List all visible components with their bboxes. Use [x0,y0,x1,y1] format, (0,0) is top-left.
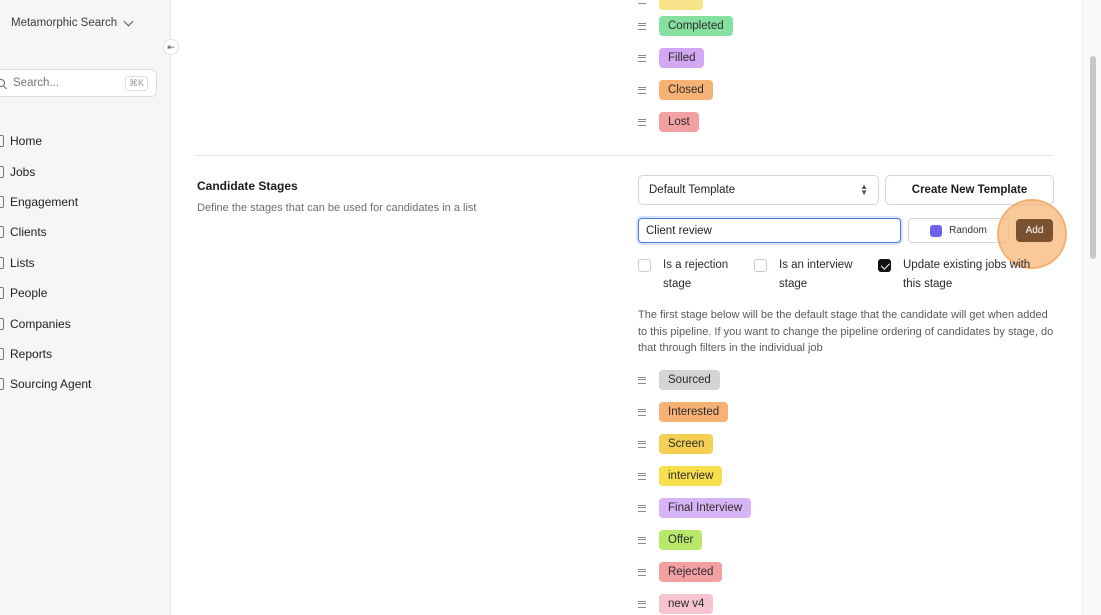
drag-handle-icon[interactable] [638,536,646,544]
color-swatch [930,224,943,237]
stage-pill: interview [659,466,723,486]
checkbox-label: Update existing jobs with this stage [903,259,1031,290]
search-input[interactable] [13,77,113,89]
people-icon [0,287,4,300]
sidebar-item-jobs[interactable]: Jobs [0,156,171,186]
add-stage-button[interactable]: Add [1016,219,1053,242]
sidebar-item-label: Lists [10,255,35,270]
sidebar-item-label: Home [10,134,43,149]
sidebar-item-lists[interactable]: Lists [0,248,171,278]
template-select-value: Default Template [649,184,736,196]
stage-pill: Rejected [659,562,723,582]
search-box[interactable]: ⌘K [0,69,157,97]
checkbox[interactable] [638,259,651,272]
sidebar-item-label: People [10,286,48,301]
candidate-stage-row[interactable]: new v4 [638,594,714,614]
drag-handle-icon[interactable] [638,440,646,448]
stage-pill: Offer [659,530,703,550]
stage-pill: Completed [659,16,733,36]
chevron-updown-icon: ▲ ▼ [860,182,868,197]
sidebar-item-home[interactable]: Home [0,126,171,156]
sidebar-item-label: Reports [10,346,53,361]
new-stage-name-input[interactable] [638,218,901,243]
interview-stage-checkbox[interactable]: Is an interview stage [754,256,853,294]
drag-handle-icon[interactable] [638,376,646,384]
workspace-switcher[interactable]: Metamorphic Search [11,16,134,29]
section-divider [196,155,1054,156]
stage-pill: Sourced [659,370,720,390]
chart-icon [0,347,4,360]
job-stage-row[interactable]: Closed [638,80,713,100]
sidebar-item-companies[interactable]: Companies [0,308,171,338]
stage-pill: Screen [659,434,714,454]
stage-pill: Filled [659,48,705,68]
sidebar-nav: Home Jobs Engagement Clients Lists Peopl… [0,126,171,400]
candidate-stage-row[interactable]: Sourced [638,370,720,390]
stage-pill [659,0,703,10]
stage-pill: Interested [659,402,729,422]
sidebar-item-sourcing-agent[interactable]: Sourcing Agent [0,369,171,399]
sidebar-item-label: Clients [10,225,47,240]
candidate-stage-row[interactable]: Screen [638,434,714,454]
section-description: Define the stages that can be used for c… [197,202,477,214]
agent-icon [0,378,4,391]
checkbox[interactable] [754,259,767,272]
pipeline-info-text: The first stage below will be the defaul… [638,309,1054,354]
workspace-name: Metamorphic Search [11,17,118,29]
drag-handle-icon[interactable] [638,568,646,576]
candidate-stage-row[interactable]: Final Interview [638,498,752,518]
list-icon [0,256,4,269]
sidebar-item-engagement[interactable]: Engagement [0,187,171,217]
drag-handle-icon[interactable] [638,472,646,480]
sidebar-item-reports[interactable]: Reports [0,339,171,369]
template-select[interactable]: Default Template ▲ ▼ [638,175,879,205]
search-shortcut: ⌘K [124,76,148,91]
scrollbar-thumb[interactable] [1090,56,1096,259]
job-stage-row[interactable] [638,0,703,10]
drag-handle-icon[interactable] [638,86,646,94]
section-title: Candidate Stages [197,179,298,193]
candidate-stage-row[interactable]: Interested [638,402,729,422]
job-stage-row[interactable]: Lost [638,112,699,132]
sidebar-item-label: Engagement [10,194,79,209]
checkbox-checked[interactable] [878,259,891,272]
vertical-scrollbar[interactable] [1082,0,1101,615]
drag-handle-icon[interactable] [638,54,646,62]
stage-pill: new v4 [659,594,714,614]
home-icon [0,135,4,148]
random-color-button[interactable]: Random [908,218,1009,243]
engagement-icon [0,195,4,208]
stage-pill: Closed [659,80,713,100]
candidate-stage-row[interactable]: Rejected [638,562,723,582]
candidate-stage-row[interactable]: Offer [638,530,703,550]
sidebar-item-label: Jobs [10,164,36,179]
sidebar-item-label: Companies [10,316,71,331]
briefcase-icon [0,165,4,178]
job-stage-row[interactable]: Completed [638,16,733,36]
update-existing-jobs-checkbox[interactable]: Update existing jobs with this stage [878,256,1030,294]
clients-icon [0,226,4,239]
stage-pill: Lost [659,112,699,132]
drag-handle-icon[interactable] [638,118,646,126]
sidebar: Metamorphic Search ⌘K Home Jobs Engageme… [0,0,171,615]
search-icon [0,79,5,87]
building-icon [0,317,4,330]
drag-handle-icon[interactable] [638,504,646,512]
drag-handle-icon[interactable] [638,0,646,4]
drag-handle-icon[interactable] [638,408,646,416]
sidebar-item-clients[interactable]: Clients [0,217,171,247]
sidebar-item-label: Sourcing Agent [10,377,92,392]
random-label: Random [949,225,987,236]
checkbox-label: Is a rejection stage [663,259,729,290]
job-stage-row[interactable]: Filled [638,48,705,68]
candidate-stage-row[interactable]: interview [638,466,723,486]
drag-handle-icon[interactable] [638,600,646,608]
drag-handle-icon[interactable] [638,22,646,30]
settings-content: Completed Filled Closed Lost Candidate S… [172,0,1082,615]
chevron-down-icon [123,16,134,27]
checkbox-label: Is an interview stage [779,259,853,290]
sidebar-item-people[interactable]: People [0,278,171,308]
stage-pill: Final Interview [659,498,752,518]
rejection-stage-checkbox[interactable]: Is a rejection stage [638,256,728,294]
